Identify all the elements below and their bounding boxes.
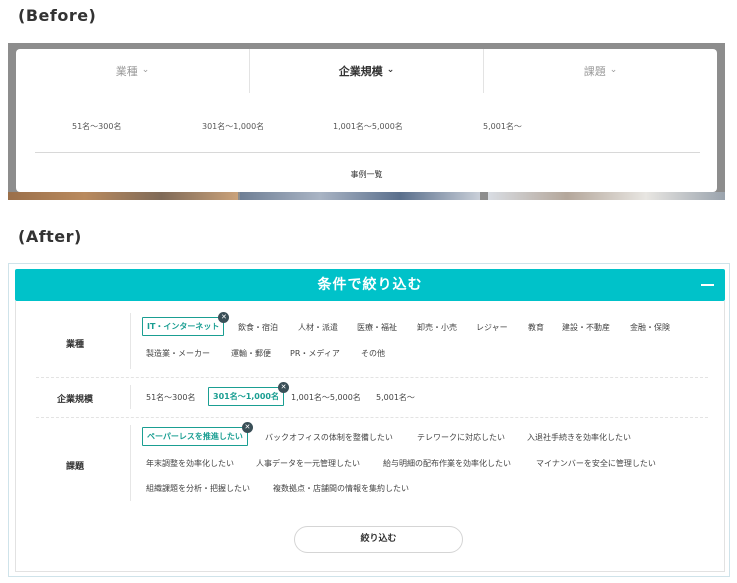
industry-chip[interactable]: 卸売・小売 xyxy=(417,322,457,333)
size-chip[interactable]: 1,001名～5,000名 xyxy=(291,392,361,403)
industry-chip[interactable]: 人材・派遣 xyxy=(298,322,338,333)
issue-chip[interactable]: 複数拠点・店舗間の情報を集約したい xyxy=(273,483,409,494)
minus-icon[interactable] xyxy=(701,284,714,286)
size-option[interactable]: 51名～300名 xyxy=(72,121,121,132)
size-option[interactable]: 1,001名～5,000名 xyxy=(333,121,403,132)
close-icon[interactable]: ✕ xyxy=(241,422,253,433)
background-photo-strip xyxy=(8,192,238,200)
tab-label: 企業規模 xyxy=(338,65,383,78)
industry-chip[interactable]: レジャー xyxy=(476,322,508,333)
industry-chip[interactable]: 医療・福祉 xyxy=(357,322,397,333)
size-option[interactable]: 5,001名～ xyxy=(483,121,522,132)
before-heading: (Before) xyxy=(18,6,97,25)
chip-label: IT・インターネット xyxy=(147,322,220,331)
issue-label: 課題 xyxy=(66,462,85,472)
industry-chip[interactable]: 金融・保険 xyxy=(630,322,670,333)
size-chip[interactable]: 5,001名～ xyxy=(376,392,415,403)
issue-chip[interactable]: マイナンバーを安全に管理したい xyxy=(536,458,656,469)
issue-chip[interactable]: バックオフィスの体制を整備したい xyxy=(265,432,393,443)
background-photo-strip xyxy=(240,192,480,200)
after-heading: (After) xyxy=(18,227,82,246)
tab-label: 課題 xyxy=(583,65,606,78)
divider xyxy=(130,385,131,409)
chevron-down-icon: ⌄ xyxy=(386,65,395,75)
tab-industry[interactable]: 業種 ⌄ xyxy=(16,49,249,93)
row-divider xyxy=(36,377,708,378)
chip-label: ペーパーレスを推進したい xyxy=(147,432,243,441)
industry-chip[interactable]: 教育 xyxy=(528,322,544,333)
divider xyxy=(130,425,131,501)
before-filter-card: 業種 ⌄ 企業規模 ⌄ 課題 ⌄ 51名～300名 301名～1,000名 1,… xyxy=(16,49,717,192)
filter-submit-button[interactable]: 絞り込む xyxy=(294,526,463,553)
size-chip-selected[interactable]: 301名～1,000名 ✕ xyxy=(208,382,290,406)
background-photo-strip xyxy=(488,192,725,200)
issue-chip[interactable]: テレワークに対応したい xyxy=(417,432,505,443)
divider xyxy=(130,313,131,369)
industry-label: 業種 xyxy=(66,340,85,350)
filter-panel: 業種 IT・インターネット ✕ 飲食・宿泊 人材・派遣 医療・福祉 卸売・小売 … xyxy=(15,301,725,572)
close-icon[interactable]: ✕ xyxy=(278,382,290,393)
size-chip[interactable]: 51名～300名 xyxy=(146,392,195,403)
divider xyxy=(35,152,700,153)
industry-chip[interactable]: PR・メディア xyxy=(290,348,340,359)
after-screenshot: 条件で絞り込む 業種 IT・インターネット ✕ 飲食・宿泊 人材・派遣 医療・福… xyxy=(8,263,730,577)
industry-chip[interactable]: その他 xyxy=(361,348,385,359)
chip-label: 301名～1,000名 xyxy=(213,392,280,401)
issue-chip[interactable]: 入退社手続きを効率化したい xyxy=(527,432,631,443)
issue-chip[interactable]: 年末調整を効率化したい xyxy=(146,458,234,469)
filter-accordion-header[interactable]: 条件で絞り込む xyxy=(15,269,725,301)
tab-issue[interactable]: 課題 ⌄ xyxy=(484,49,717,93)
industry-chip[interactable]: 飲食・宿泊 xyxy=(238,322,278,333)
issue-chip-selected[interactable]: ペーパーレスを推進したい ✕ xyxy=(142,422,253,446)
industry-chip[interactable]: 運輸・郵便 xyxy=(231,348,271,359)
size-option[interactable]: 301名～1,000名 xyxy=(202,121,264,132)
industry-chip[interactable]: 製造業・メーカー xyxy=(146,348,210,359)
before-filter-tabs: 業種 ⌄ 企業規模 ⌄ 課題 ⌄ xyxy=(16,49,717,93)
row-divider xyxy=(36,417,708,418)
industry-chip[interactable]: 建設・不動産 xyxy=(562,322,610,333)
before-screenshot: 業種 ⌄ 企業規模 ⌄ 課題 ⌄ 51名～300名 301名～1,000名 1,… xyxy=(8,43,725,200)
close-icon[interactable]: ✕ xyxy=(218,312,230,323)
company-size-label: 企業規模 xyxy=(57,395,94,405)
filter-header-title: 条件で絞り込む xyxy=(317,277,423,293)
chevron-down-icon: ⌄ xyxy=(141,65,150,75)
tab-company-size[interactable]: 企業規模 ⌄ xyxy=(249,49,484,93)
issue-chip[interactable]: 給与明細の配布作業を効率化したい xyxy=(383,458,511,469)
tab-label: 業種 xyxy=(115,65,138,78)
industry-chip-selected[interactable]: IT・インターネット ✕ xyxy=(142,312,230,336)
case-list-link[interactable]: 事例一覧 xyxy=(16,169,717,180)
chevron-down-icon: ⌄ xyxy=(609,65,618,75)
issue-chip[interactable]: 組織課題を分析・把握したい xyxy=(146,483,250,494)
issue-chip[interactable]: 人事データを一元管理したい xyxy=(256,458,360,469)
